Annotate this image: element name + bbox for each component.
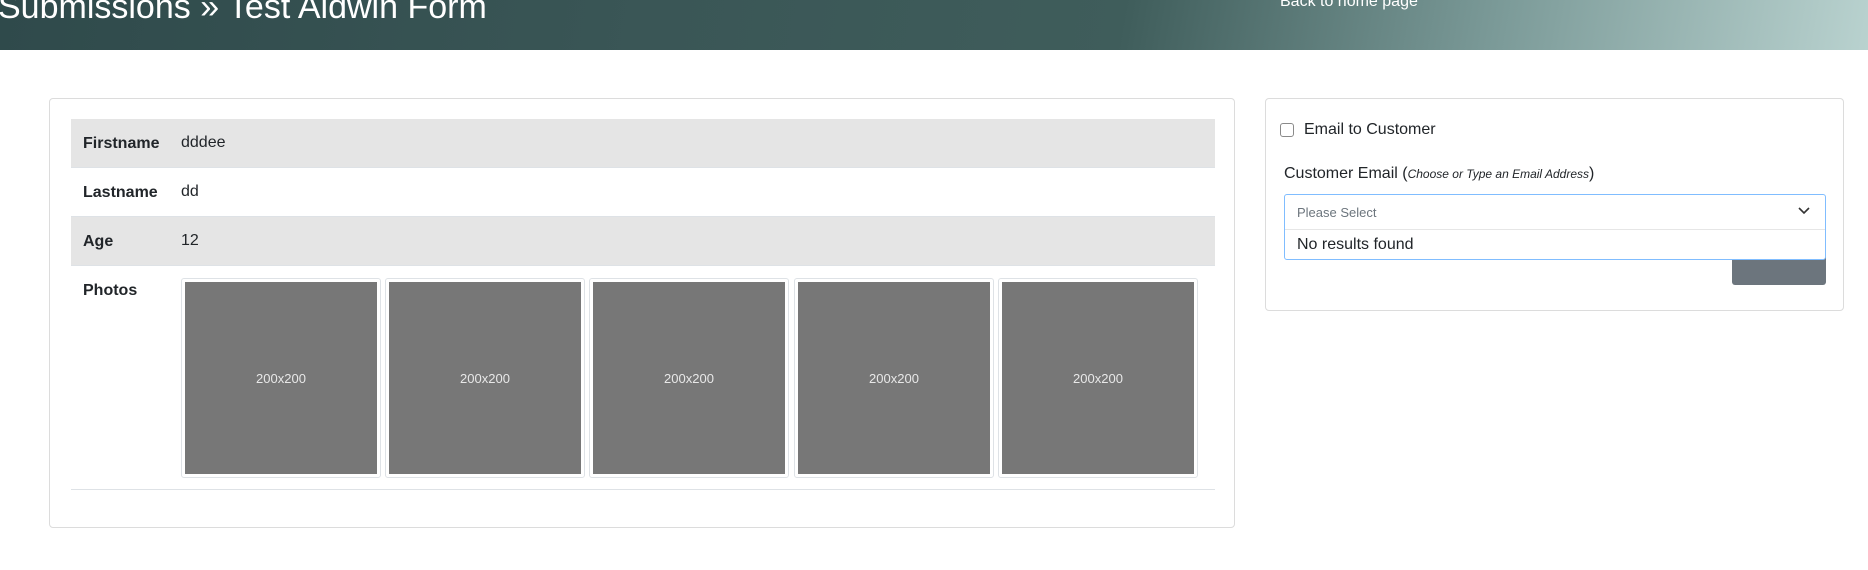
field-label: Age — [83, 233, 114, 250]
field-label: Photos — [83, 282, 138, 299]
photo-thumbnail[interactable]: 200x200 — [589, 278, 789, 478]
field-value: dd — [181, 183, 199, 200]
photo-placeholder: 200x200 — [389, 282, 581, 474]
table-row: Firstname dddee — [71, 119, 1215, 168]
photo-placeholder: 200x200 — [185, 282, 377, 474]
customer-email-label: Customer Email (Choose or Type an Email … — [1284, 165, 1594, 183]
page-title: Submissions » Test Aldwin Form — [0, 0, 487, 26]
field-label: Lastname — [83, 184, 158, 201]
photo-placeholder: 200x200 — [593, 282, 785, 474]
submission-details-card: Firstname dddee Lastname dd Age 12 Photo… — [49, 98, 1235, 528]
customer-email-hint: Choose or Type an Email Address — [1407, 167, 1589, 181]
customer-email-label-close: ) — [1589, 165, 1595, 182]
photo-placeholder: 200x200 — [1002, 282, 1194, 474]
table-row: Age 12 — [71, 217, 1215, 266]
no-results-message: No results found — [1297, 236, 1414, 253]
customer-email-label-text: Customer Email ( — [1284, 165, 1408, 182]
email-customer-card: Email to Customer Customer Email (Choose… — [1265, 98, 1844, 311]
customer-email-select[interactable]: Please Select No results found — [1284, 194, 1826, 260]
photo-thumbnail[interactable]: 200x200 — [794, 278, 994, 478]
email-to-customer-label[interactable]: Email to Customer — [1304, 121, 1436, 139]
table-row: Lastname dd — [71, 168, 1215, 217]
field-value: dddee — [181, 134, 226, 151]
select-placeholder: Please Select — [1297, 205, 1377, 220]
photo-thumbnail[interactable]: 200x200 — [385, 278, 585, 478]
field-label: Firstname — [83, 135, 160, 152]
photo-thumbnail[interactable]: 200x200 — [181, 278, 381, 478]
top-header: Submissions » Test Aldwin Form Back to h… — [0, 0, 1868, 50]
email-to-customer-checkbox[interactable] — [1280, 123, 1294, 137]
dropdown-divider — [1285, 229, 1825, 230]
table-row-photos: Photos 200x200 200x200 200x200 200x200 2… — [71, 266, 1215, 490]
photo-placeholder: 200x200 — [798, 282, 990, 474]
back-to-home-link[interactable]: Back to home page — [1280, 0, 1418, 11]
photo-thumbnail[interactable]: 200x200 — [998, 278, 1198, 478]
field-value: 12 — [181, 232, 199, 249]
chevron-down-icon[interactable] — [1797, 203, 1811, 217]
